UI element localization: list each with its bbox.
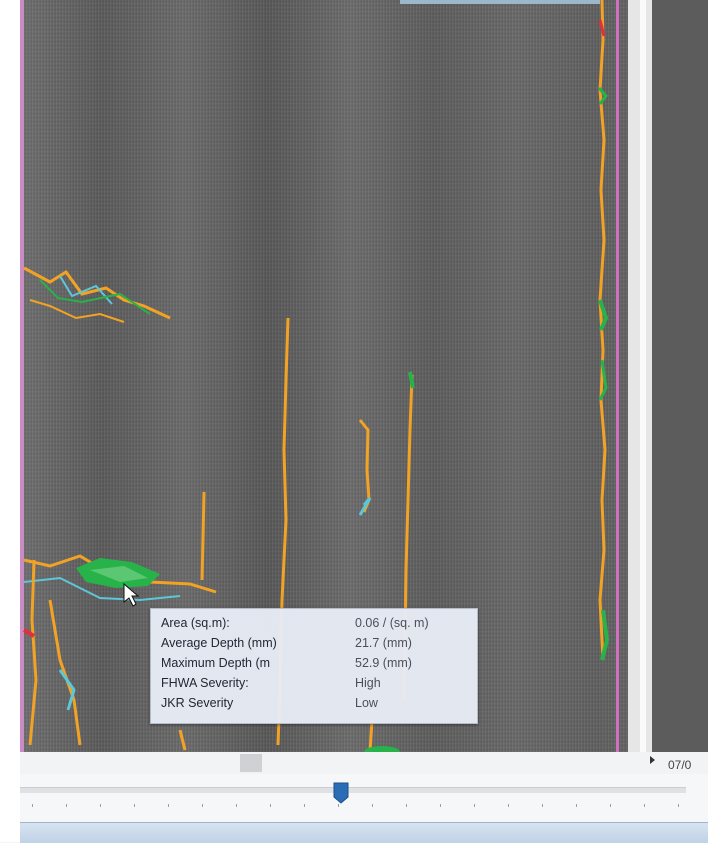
crack-web-upper-2 [29, 299, 125, 323]
lane-edge-right [616, 0, 619, 752]
timeline-tick [610, 804, 611, 807]
tooltip-value: 21.7 (mm) [355, 636, 412, 650]
tooltip-value: 0.06 / (sq. m) [355, 616, 429, 630]
tooltip-label: Average Depth (mm) [161, 636, 277, 650]
shoulder-area [652, 0, 708, 752]
timeline-tick [32, 804, 33, 807]
tooltip-row-area: Area (sq.m): 0.06 / (sq. m) [161, 614, 471, 633]
timeline-tick [508, 804, 509, 807]
tooltip-row-fhwa-severity: FHWA Severity: High [161, 674, 471, 693]
tooltip-row-jkr-severity: JKR Severity Low [161, 694, 471, 713]
timeline-tick [304, 804, 305, 807]
timeline-tick [338, 804, 339, 807]
timeline-tick [576, 804, 577, 807]
tooltip-value: 52.9 (mm) [355, 656, 412, 670]
timeline-tick [406, 804, 407, 807]
crack-lower-4 [48, 599, 82, 746]
timeline-tick [474, 804, 475, 807]
tooltip-label: Maximum Depth (m [161, 656, 271, 670]
top-strip [400, 0, 600, 4]
horizontal-scrollbar[interactable]: 07/0 [20, 752, 708, 774]
tooltip-value: Low [355, 696, 378, 710]
timeline-tick [202, 804, 203, 807]
timeline-tick [270, 804, 271, 807]
tooltip-value: High [355, 676, 381, 690]
crack-web-upper [23, 266, 171, 320]
lane-edge-left [20, 0, 24, 752]
timeline-date-label: 07/0 [668, 758, 692, 772]
timeline-tick [372, 804, 373, 807]
left-gutter [0, 0, 20, 842]
timeline-tick [440, 804, 441, 807]
timeline-tick [66, 804, 67, 807]
timeline-slider[interactable] [20, 774, 708, 820]
timeline-tick [678, 804, 679, 807]
tooltip-label: Area (sq.m): [161, 616, 230, 630]
crack-middle-3 [358, 419, 371, 513]
tooltip-row-average-depth: Average Depth (mm) 21.7 (mm) [161, 634, 471, 653]
timeline-track[interactable] [20, 787, 686, 793]
crack-middle-3-tail [358, 497, 372, 516]
crack-lower-3 [28, 559, 38, 746]
status-bar [20, 822, 708, 843]
timeline-tick [236, 804, 237, 807]
timeline-tick [168, 804, 169, 807]
crack-bottom-1 [178, 729, 187, 751]
scrollbar-thumb[interactable] [240, 754, 262, 772]
timeline-tick [644, 804, 645, 807]
tooltip-label: FHWA Severity: [161, 676, 249, 690]
timeline-handle-icon[interactable] [333, 782, 349, 804]
timeline-tick [542, 804, 543, 807]
pointer-cursor-icon [123, 582, 140, 607]
timeline-tick [134, 804, 135, 807]
tooltip-label: JKR Severity [161, 696, 234, 710]
next-arrow-icon[interactable] [648, 754, 662, 770]
defect-tooltip: Area (sq.m): 0.06 / (sq. m) Average Dept… [150, 608, 478, 724]
crack-middle-4 [200, 491, 206, 581]
lane-marking-center [640, 0, 646, 752]
tooltip-row-maximum-depth: Maximum Depth (m 52.9 (mm) [161, 654, 471, 673]
timeline-tick [100, 804, 101, 807]
